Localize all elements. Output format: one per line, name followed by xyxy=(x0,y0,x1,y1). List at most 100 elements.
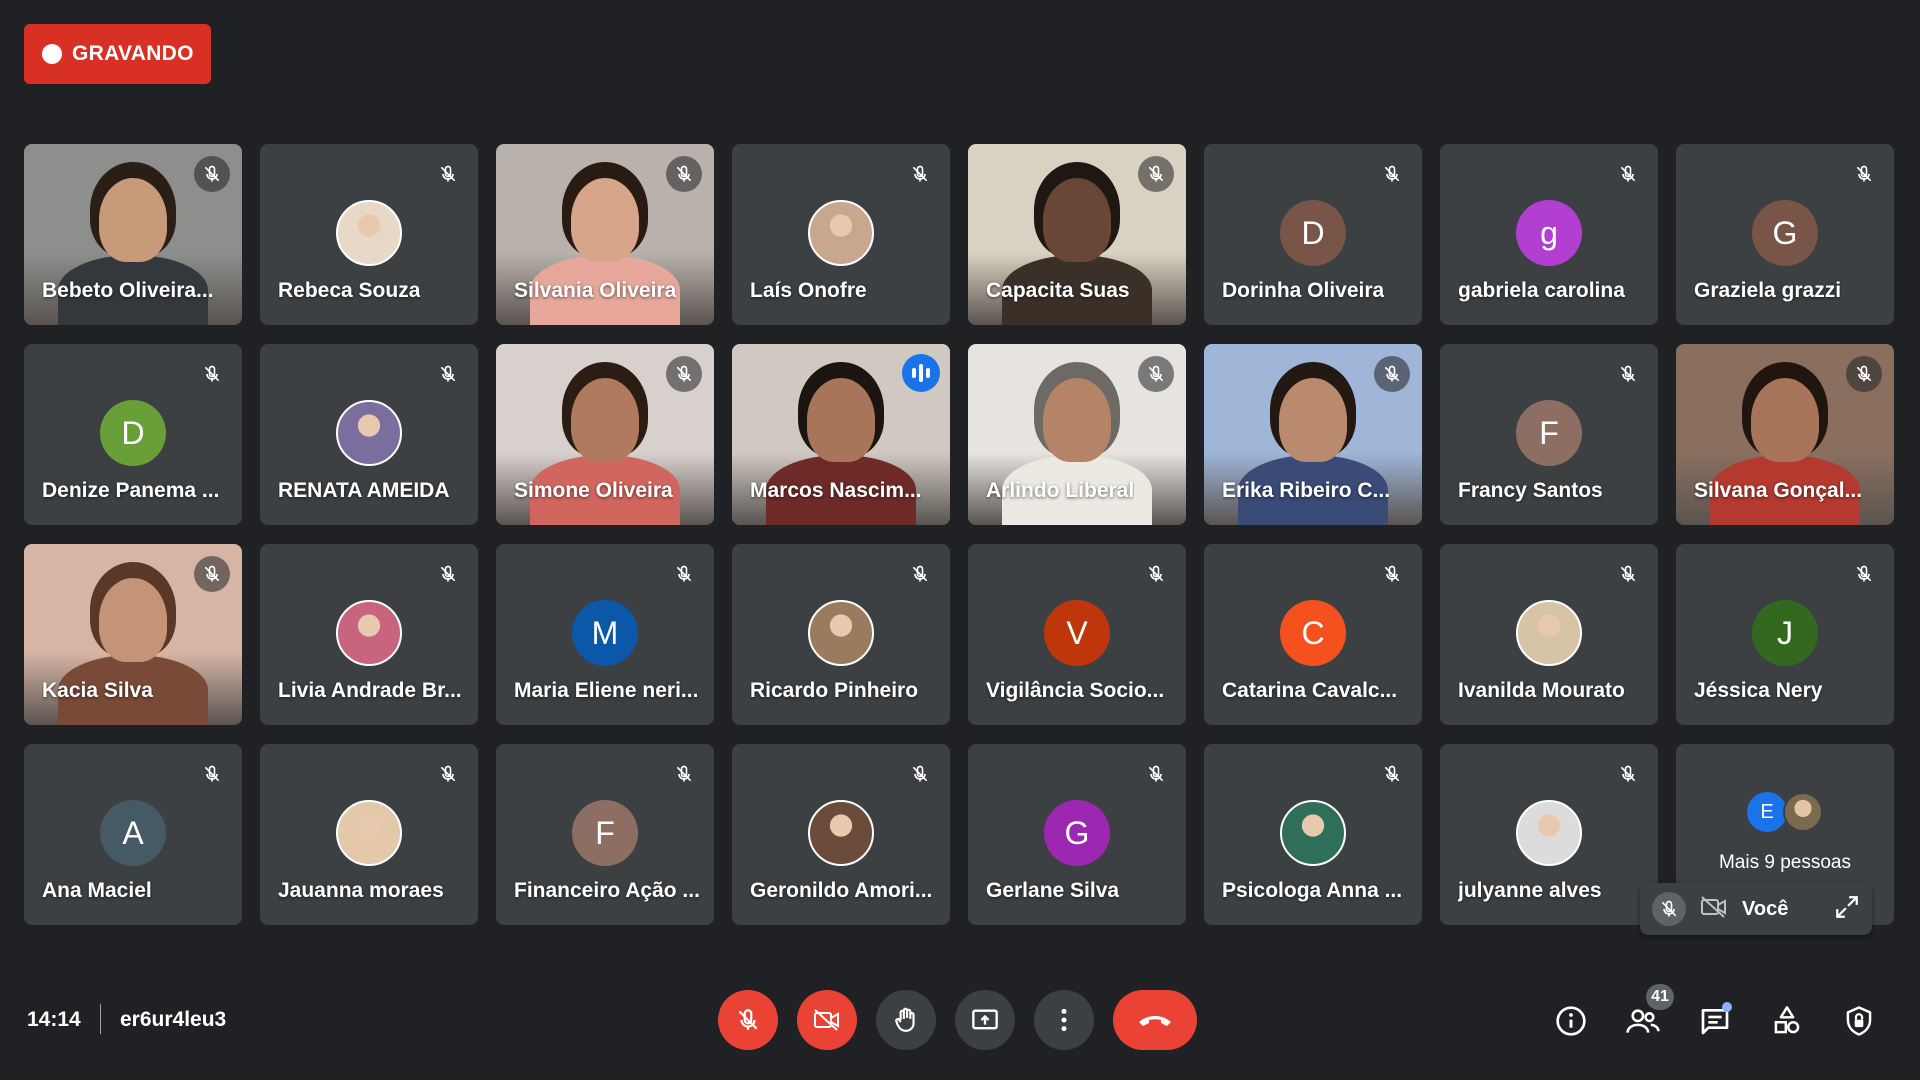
participant-tile[interactable]: Ivanilda Mourato xyxy=(1440,544,1658,725)
mic-off-icon xyxy=(1846,156,1882,192)
participant-tile[interactable]: G Gerlane Silva xyxy=(968,744,1186,925)
participant-tile[interactable]: C Catarina Cavalc... xyxy=(1204,544,1422,725)
mic-off-icon xyxy=(1138,756,1174,792)
participant-tile[interactable]: A Ana Maciel xyxy=(24,744,242,925)
camera-toggle-button[interactable] xyxy=(797,990,857,1050)
avatar: G xyxy=(1044,800,1110,866)
mic-off-icon xyxy=(1610,356,1646,392)
participant-tile[interactable]: Geronildo Amori... xyxy=(732,744,950,925)
info-button[interactable] xyxy=(1548,998,1594,1044)
mic-off-icon xyxy=(666,556,702,592)
participant-tile[interactable]: Livia Andrade Br... xyxy=(260,544,478,725)
expand-icon[interactable] xyxy=(1834,894,1860,925)
participant-name: Jauanna moraes xyxy=(278,879,444,902)
host-controls-button[interactable] xyxy=(1836,998,1882,1044)
participant-tile[interactable]: julyanne alves xyxy=(1440,744,1658,925)
participant-tile[interactable]: Simone Oliveira xyxy=(496,344,714,525)
participant-name: Bebeto Oliveira... xyxy=(42,279,214,302)
bottom-bar: 14:14 er6ur4leu3 41 xyxy=(0,980,1920,1060)
mic-off-icon xyxy=(1138,356,1174,392)
more-options-button[interactable] xyxy=(1034,990,1094,1050)
participant-tile[interactable]: J Jéssica Nery xyxy=(1676,544,1894,725)
avatar: F xyxy=(572,800,638,866)
participant-name: Geronildo Amori... xyxy=(750,879,933,902)
present-screen-button[interactable] xyxy=(955,990,1015,1050)
participant-tile[interactable]: G Graziela grazzi xyxy=(1676,144,1894,325)
participant-tile[interactable]: D Dorinha Oliveira xyxy=(1204,144,1422,325)
participant-grid: Bebeto Oliveira... Rebeca Souza Silvania O… xyxy=(24,144,1896,925)
activities-button[interactable] xyxy=(1764,998,1810,1044)
participant-tile[interactable]: Erika Ribeiro C... xyxy=(1204,344,1422,525)
participant-name: Catarina Cavalc... xyxy=(1222,679,1398,702)
participant-tile[interactable]: Kacia Silva xyxy=(24,544,242,725)
mic-off-icon xyxy=(1374,156,1410,192)
avatar xyxy=(336,600,402,666)
participant-name: Laís Onofre xyxy=(750,279,867,302)
avatar xyxy=(808,600,874,666)
raise-hand-icon xyxy=(895,1007,915,1032)
mic-toggle-button[interactable] xyxy=(718,990,778,1050)
participant-name: Ana Maciel xyxy=(42,879,152,902)
participant-name: Kacia Silva xyxy=(42,679,153,702)
side-panel-controls: 41 xyxy=(1548,984,1882,1044)
participant-tile[interactable]: F Financeiro Ação ... xyxy=(496,744,714,925)
participant-name: Vigilância Socio... xyxy=(986,679,1165,702)
self-view-bar[interactable]: Você xyxy=(1640,883,1872,935)
end-call-icon xyxy=(1139,1016,1171,1026)
participant-tile[interactable]: Ricardo Pinheiro xyxy=(732,544,950,725)
participant-tile[interactable]: M Maria Eliene neri... xyxy=(496,544,714,725)
avatar: g xyxy=(1516,200,1582,266)
avatar: C xyxy=(1280,600,1346,666)
avatar: F xyxy=(1516,400,1582,466)
host-controls-icon xyxy=(1846,1006,1872,1036)
mic-off-icon xyxy=(666,356,702,392)
participant-tile[interactable]: Psicologa Anna ... xyxy=(1204,744,1422,925)
avatar xyxy=(808,200,874,266)
mic-off-icon xyxy=(430,556,466,592)
participant-tile[interactable]: V Vigilância Socio... xyxy=(968,544,1186,725)
participant-name: Graziela grazzi xyxy=(1694,279,1842,302)
more-options-icon xyxy=(1061,1008,1067,1032)
participant-tile[interactable]: D Denize Panema ... xyxy=(24,344,242,525)
avatar xyxy=(808,800,874,866)
participant-tile[interactable]: Silvana Gonçal... xyxy=(1676,344,1894,525)
mic-off-icon xyxy=(430,356,466,392)
avatar xyxy=(1783,792,1823,832)
participant-name: Arlindo Liberal xyxy=(986,479,1135,502)
mic-off-icon xyxy=(902,156,938,192)
participant-tile[interactable]: RENATA AMEIDA xyxy=(260,344,478,525)
avatar: E xyxy=(1747,792,1787,832)
speaking-indicator-icon xyxy=(902,354,940,392)
avatar: D xyxy=(1280,200,1346,266)
mic-off-icon xyxy=(194,356,230,392)
participant-tile[interactable]: Rebeca Souza xyxy=(260,144,478,325)
participant-tile[interactable]: Bebeto Oliveira... xyxy=(24,144,242,325)
participant-tile[interactable]: F Francy Santos xyxy=(1440,344,1658,525)
chat-button[interactable] xyxy=(1692,998,1738,1044)
participant-name: Livia Andrade Br... xyxy=(278,679,462,702)
self-camera-off-icon[interactable] xyxy=(1700,894,1728,925)
people-icon xyxy=(1626,1009,1660,1033)
people-button[interactable]: 41 xyxy=(1620,984,1674,1044)
record-dot-icon xyxy=(42,44,62,64)
participant-tile[interactable]: Capacita Suas xyxy=(968,144,1186,325)
participant-name: Denize Panema ... xyxy=(42,479,220,502)
raise-hand-button[interactable] xyxy=(876,990,936,1050)
participant-tile[interactable]: Silvania Oliveira xyxy=(496,144,714,325)
participant-tile[interactable]: Arlindo Liberal xyxy=(968,344,1186,525)
mic-off-icon xyxy=(902,556,938,592)
avatar xyxy=(336,800,402,866)
recording-label: GRAVANDO xyxy=(72,42,194,65)
participant-tile[interactable]: Laís Onofre xyxy=(732,144,950,325)
mic-off-icon xyxy=(430,756,466,792)
participant-name: Ivanilda Mourato xyxy=(1458,679,1625,702)
mic-off-icon xyxy=(194,756,230,792)
mic-off-icon xyxy=(1138,556,1174,592)
participant-tile[interactable]: Marcos Nascim... xyxy=(732,344,950,525)
participant-tile[interactable]: g gabriela carolina xyxy=(1440,144,1658,325)
clock: 14:14 xyxy=(27,1008,81,1031)
avatar: V xyxy=(1044,600,1110,666)
participant-name: julyanne alves xyxy=(1458,879,1602,902)
end-call-button[interactable] xyxy=(1113,990,1197,1050)
participant-tile[interactable]: Jauanna moraes xyxy=(260,744,478,925)
